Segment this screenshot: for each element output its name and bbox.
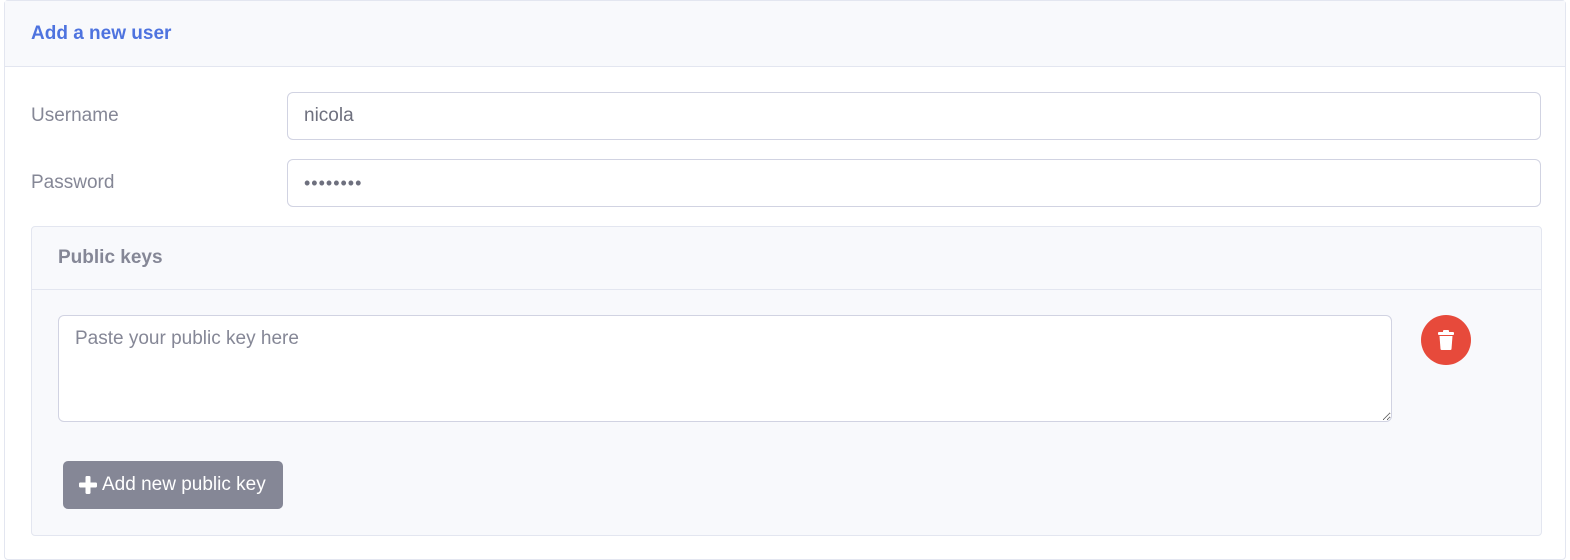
public-keys-header: Public keys <box>32 227 1541 290</box>
plus-icon <box>78 475 98 495</box>
card-title: Add a new user <box>31 22 172 44</box>
card-header: Add a new user <box>5 1 1565 67</box>
public-key-textarea[interactable] <box>58 315 1392 422</box>
username-input[interactable] <box>287 92 1541 140</box>
trash-icon <box>1438 330 1454 350</box>
password-label: Password <box>31 172 115 193</box>
username-label: Username <box>31 105 119 126</box>
delete-public-key-button[interactable] <box>1421 315 1471 365</box>
password-input[interactable] <box>287 159 1541 207</box>
username-row: Username <box>31 92 1541 140</box>
password-row: Password <box>31 159 1541 207</box>
add-public-key-button[interactable]: Add new public key <box>63 461 283 509</box>
add-public-key-label: Add new public key <box>102 474 266 495</box>
public-keys-title: Public keys <box>58 247 163 268</box>
public-keys-card: Public keys Add new public key <box>31 226 1542 536</box>
add-user-card: Add a new user Username Password Public … <box>4 0 1566 560</box>
